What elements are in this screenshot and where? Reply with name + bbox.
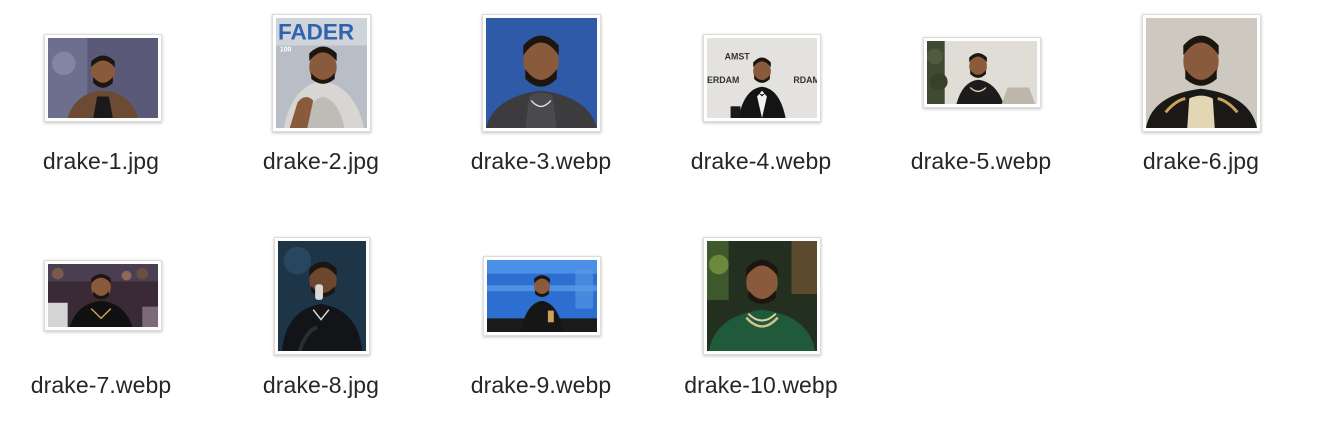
file-name[interactable]: drake-8.jpg — [221, 372, 421, 399]
cover-number: 100 — [280, 46, 292, 53]
thumbnail-frame — [221, 234, 421, 362]
file-name[interactable]: drake-4.webp — [661, 148, 861, 175]
file-name[interactable]: drake-7.webp — [1, 372, 201, 399]
magazine-thumbnail-icon: FADER 100 — [272, 14, 371, 132]
thumbnail-frame — [661, 234, 861, 362]
thumbnail-frame — [441, 10, 641, 138]
photo-thumbnail-icon — [923, 37, 1041, 108]
photo-thumbnail-icon — [1142, 14, 1261, 132]
thumbnail-frame — [1101, 10, 1301, 138]
file-item-drake-7[interactable]: drake-7.webp — [1, 234, 201, 434]
photo-thumbnail-icon — [274, 237, 370, 355]
file-name[interactable]: drake-6.jpg — [1101, 148, 1301, 175]
file-item-drake-3[interactable]: drake-3.webp — [441, 10, 641, 210]
backdrop-text-right: RDAM — [793, 75, 817, 85]
file-name[interactable]: drake-1.jpg — [1, 148, 201, 175]
file-item-drake-6[interactable]: drake-6.jpg — [1101, 10, 1301, 210]
file-item-drake-1[interactable]: drake-1.jpg — [1, 10, 201, 210]
thumbnail-frame: FADER 100 — [221, 10, 421, 138]
file-item-drake-8[interactable]: drake-8.jpg — [221, 234, 421, 434]
photo-thumbnail-icon — [703, 237, 821, 355]
thumbnail-frame — [441, 234, 641, 362]
photo-thumbnail-icon — [483, 256, 601, 336]
file-item-drake-4[interactable]: AMST ERDAM RDAM drake-4.webp — [661, 10, 861, 210]
file-name[interactable]: drake-9.webp — [441, 372, 641, 399]
file-name[interactable]: drake-3.webp — [441, 148, 641, 175]
cover-title: FADER — [278, 20, 354, 45]
backdrop-text-left: AMST — [725, 51, 751, 61]
file-icon-grid: drake-1.jpg FADER 100 drake-2.jpg drake-… — [0, 0, 1320, 448]
thumbnail-frame — [1, 10, 201, 138]
photo-thumbnail-icon — [44, 34, 162, 122]
file-item-drake-10[interactable]: drake-10.webp — [661, 234, 861, 434]
file-item-drake-2[interactable]: FADER 100 drake-2.jpg — [221, 10, 421, 210]
photo-thumbnail-icon — [482, 14, 601, 132]
file-name[interactable]: drake-10.webp — [661, 372, 861, 399]
thumbnail-frame: AMST ERDAM RDAM — [661, 10, 861, 138]
file-item-drake-5[interactable]: drake-5.webp — [881, 10, 1081, 210]
photo-thumbnail-icon — [44, 260, 162, 331]
file-name[interactable]: drake-2.jpg — [221, 148, 421, 175]
photo-thumbnail-icon: AMST ERDAM RDAM — [703, 34, 821, 122]
file-item-drake-9[interactable]: drake-9.webp — [441, 234, 641, 434]
backdrop-text-mid: ERDAM — [707, 75, 739, 85]
file-name[interactable]: drake-5.webp — [881, 148, 1081, 175]
thumbnail-frame — [881, 10, 1081, 138]
thumbnail-frame — [1, 234, 201, 362]
